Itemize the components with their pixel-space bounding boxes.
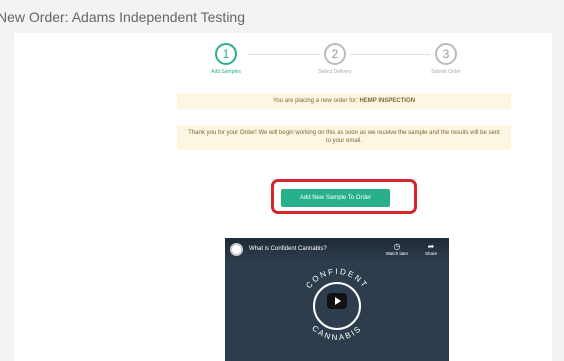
clock-icon: ◷ (393, 242, 401, 251)
svg-text:CANNABIS: CANNABIS (310, 324, 364, 342)
logo-text-bottom: CANNABIS (310, 324, 362, 342)
step-label: Add Samples (211, 69, 241, 75)
step-add-samples[interactable]: 1 Add Samples (181, 43, 271, 75)
svg-text:CONFIDENT: CONFIDENT (304, 267, 370, 290)
order-type-value: HEMP INSPECTION (359, 98, 416, 104)
add-new-sample-button[interactable]: Add New Sample To Order (281, 189, 390, 207)
thank-you-notice: Thank you for your Order! We will begin … (177, 125, 511, 150)
share-icon: ➦ (427, 242, 435, 251)
step-select-delivery[interactable]: 2 Select Delivery (290, 43, 380, 75)
order-type-prefix: You are placing a new order for: (272, 98, 358, 104)
step-number: 2 (324, 43, 346, 65)
share-label: Share (424, 251, 437, 256)
page-title: New Order: Adams Independent Testing (0, 9, 246, 25)
step-progress: 1 Add Samples 2 Select Delivery 3 Submit… (14, 43, 552, 93)
video-player[interactable]: What is Confident Cannabis? ◷ Watch late… (225, 238, 449, 361)
step-number: 3 (435, 43, 457, 65)
step-number: 1 (215, 43, 237, 65)
video-title[interactable]: What is Confident Cannabis? (249, 246, 327, 252)
step-label: Select Delivery (318, 69, 352, 75)
watch-later-label: Watch later (385, 251, 409, 256)
order-card: 1 Add Samples 2 Select Delivery 3 Submit… (14, 33, 552, 361)
play-button[interactable] (327, 293, 347, 309)
channel-avatar[interactable] (230, 243, 243, 256)
step-submit-order[interactable]: 3 Submit Order (401, 43, 491, 75)
step-label: Submit Order (431, 69, 461, 75)
logo-text-top: CONFIDENT (304, 267, 368, 290)
order-type-notice: You are placing a new order for: HEMP IN… (177, 93, 511, 109)
share-button[interactable]: ➦ Share (419, 242, 443, 256)
watch-later-button[interactable]: ◷ Watch later (385, 242, 409, 256)
